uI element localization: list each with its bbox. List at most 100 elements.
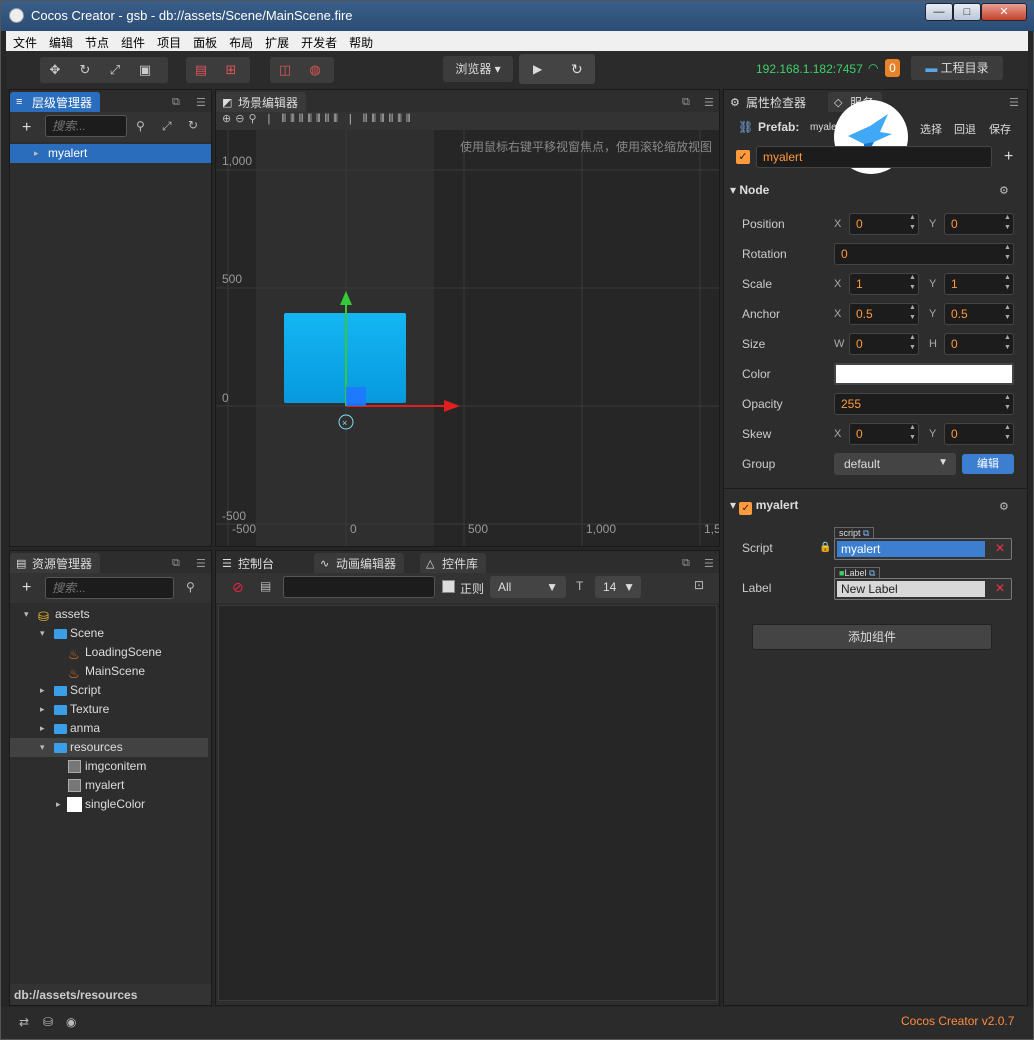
component-enabled-checkbox[interactable]: ✓	[739, 502, 753, 515]
clear-icon[interactable]: ⊘	[232, 579, 244, 596]
database-icon[interactable]: ⛁	[43, 1015, 53, 1029]
refresh-icon[interactable]: ↻	[571, 54, 583, 84]
preview-ip[interactable]: 192.168.1.182:7457	[756, 62, 863, 76]
minimize-button[interactable]: —	[925, 3, 953, 21]
search-icon[interactable]: ⚲	[186, 580, 195, 594]
move-tool-icon[interactable]: ✥	[46, 61, 64, 79]
stepper-icon[interactable]: ▲ ▼	[1003, 213, 1012, 235]
node-section-header[interactable]: ▾ Node	[730, 183, 769, 197]
asset-row-scene[interactable]: ▾ Scene	[10, 624, 208, 643]
menu-layout[interactable]: 布局	[222, 31, 258, 51]
rect-tool-icon[interactable]: ▣	[136, 61, 154, 79]
panel-popout-icon[interactable]: ⧉	[682, 96, 690, 109]
align-toolbar[interactable]: ⊕⊖⚲ | ⫴⫴⫴⫴⫴⫴⫴ | ⫴⫴⫴⫴⫴⫴	[216, 112, 719, 130]
hierarchy-node-row[interactable]: ▸ myalert	[10, 144, 211, 163]
tab-inspector[interactable]: ⚙ 属性检查器	[724, 92, 815, 112]
prefab-save-button[interactable]: 保存	[989, 121, 1011, 137]
opacity-input[interactable]: 255	[834, 393, 1014, 415]
asset-row-assets[interactable]: ▾ ⛁ assets	[10, 605, 208, 624]
collapse-arrow-icon[interactable]: ▾	[40, 624, 45, 643]
refresh-icon[interactable]: ↻	[188, 118, 198, 132]
panel-menu-icon[interactable]: ☰	[196, 96, 206, 109]
panel-popout-icon[interactable]: ⧉	[172, 96, 180, 109]
tab-scene-editor[interactable]: ◩ 场景编辑器	[216, 92, 307, 112]
asset-row-texture[interactable]: ▸ Texture	[10, 700, 208, 719]
stepper-icon[interactable]: ▲ ▼	[1003, 423, 1012, 445]
gizmo-3d-icon[interactable]: ◍	[306, 61, 324, 79]
tab-hierarchy[interactable]: ≡ 层级管理器	[10, 92, 101, 112]
asset-row-anma[interactable]: ▸ anma	[10, 719, 208, 738]
expand-arrow-icon[interactable]: ▸	[40, 700, 45, 719]
collapse-arrow-icon[interactable]: ▾	[24, 605, 29, 624]
add-asset-icon[interactable]: +	[22, 579, 31, 597]
rotate-tool-icon[interactable]: ↻	[76, 61, 94, 79]
asset-row-mainscene[interactable]: ♨ MainScene	[10, 662, 208, 681]
menu-file[interactable]: 文件	[6, 31, 42, 51]
external-link-icon[interactable]: ⧉	[863, 528, 869, 538]
stepper-icon[interactable]: ▲ ▼	[1003, 243, 1012, 265]
expand-arrow-icon[interactable]: ▸	[40, 719, 45, 738]
node-active-checkbox[interactable]: ✓	[736, 150, 750, 164]
expand-arrow-icon[interactable]: ▸	[40, 681, 45, 700]
panel-menu-icon[interactable]: ☰	[704, 96, 714, 109]
tab-widgets[interactable]: △ 控件库	[420, 553, 487, 573]
tab-animation[interactable]: ∿ 动画编辑器	[314, 553, 405, 573]
collapse-arrow-icon[interactable]: ▾	[40, 738, 45, 757]
maximize-button[interactable]: □	[953, 3, 981, 21]
menu-extension[interactable]: 扩展	[258, 31, 294, 51]
add-icon[interactable]: +	[1004, 148, 1013, 166]
scale-tool-icon[interactable]: ⤢	[106, 61, 124, 79]
menu-panel[interactable]: 面板	[186, 31, 222, 51]
label-field[interactable]: New Label ✕	[834, 578, 1012, 600]
component-header[interactable]: ▾ ✓ myalert	[730, 498, 798, 515]
scene-viewport[interactable]: × 使用鼠标右键平移视窗焦点，使用滚轮缩放视图 1,000 500 0 -500…	[216, 130, 719, 546]
stepper-icon[interactable]: ▲ ▼	[908, 273, 917, 295]
expand-icon[interactable]: ⤢	[162, 119, 172, 134]
panel-menu-icon[interactable]: ☰	[1009, 96, 1019, 109]
local-global-icon[interactable]: ⊞	[222, 61, 240, 79]
stepper-icon[interactable]: ▲ ▼	[1003, 333, 1012, 355]
menu-help[interactable]: 帮助	[342, 31, 378, 51]
add-component-button[interactable]: 添加组件	[752, 624, 992, 650]
node-name-input[interactable]: myalert	[756, 146, 992, 168]
node-settings-icon[interactable]: ⚙	[999, 184, 1009, 197]
prefab-select-button[interactable]: 选择	[920, 121, 942, 137]
rotation-input[interactable]: 0	[834, 243, 1014, 265]
tab-console[interactable]: ☰ 控制台	[216, 553, 283, 573]
font-size-select[interactable]: 14 ▼	[595, 576, 641, 598]
hierarchy-search-input[interactable]	[45, 115, 127, 137]
stepper-icon[interactable]: ▲ ▼	[1003, 393, 1012, 415]
panel-menu-icon[interactable]: ☰	[704, 557, 714, 570]
open-log-icon[interactable]: ▤	[260, 579, 271, 593]
component-settings-icon[interactable]: ⚙	[999, 500, 1009, 513]
stepper-icon[interactable]: ▲ ▼	[908, 333, 917, 355]
remove-icon[interactable]: ✕	[995, 581, 1005, 595]
menu-edit[interactable]: 编辑	[42, 31, 78, 51]
menu-node[interactable]: 节点	[78, 31, 114, 51]
console-log-area[interactable]	[218, 605, 717, 1001]
project-dir-button[interactable]: ▬ 工程目录	[911, 56, 1003, 80]
menu-component[interactable]: 组件	[114, 31, 150, 51]
stepper-icon[interactable]: ▲ ▼	[908, 213, 917, 235]
asset-row-myalert[interactable]: myalert	[10, 776, 208, 795]
panel-popout-icon[interactable]: ⧉	[172, 557, 180, 570]
eye-icon[interactable]: ◉	[66, 1015, 76, 1029]
prefab-revert-button[interactable]: 回退	[954, 121, 976, 137]
remove-icon[interactable]: ✕	[995, 541, 1005, 555]
transform-gizmo[interactable]: ×	[216, 130, 719, 546]
sync-icon[interactable]: ⇄	[19, 1015, 29, 1029]
menu-developer[interactable]: 开发者	[294, 31, 342, 51]
add-node-icon[interactable]: +	[22, 119, 31, 137]
group-select[interactable]: default ▼	[834, 453, 956, 475]
log-level-select[interactable]: All ▼	[490, 576, 566, 598]
external-link-icon[interactable]: ⧉	[869, 568, 875, 578]
stepper-icon[interactable]: ▲ ▼	[1003, 303, 1012, 325]
expand-arrow-icon[interactable]: ▸	[34, 144, 39, 163]
zoom-reset-icon[interactable]: ⚲	[248, 113, 260, 125]
stepper-icon[interactable]: ▲ ▼	[908, 423, 917, 445]
zoom-out-icon[interactable]: ⊖	[235, 113, 248, 125]
color-swatch[interactable]	[834, 363, 1014, 385]
tab-assets[interactable]: ▤ 资源管理器	[10, 553, 101, 573]
console-filter-input[interactable]	[283, 576, 435, 598]
stepper-icon[interactable]: ▲ ▼	[908, 303, 917, 325]
